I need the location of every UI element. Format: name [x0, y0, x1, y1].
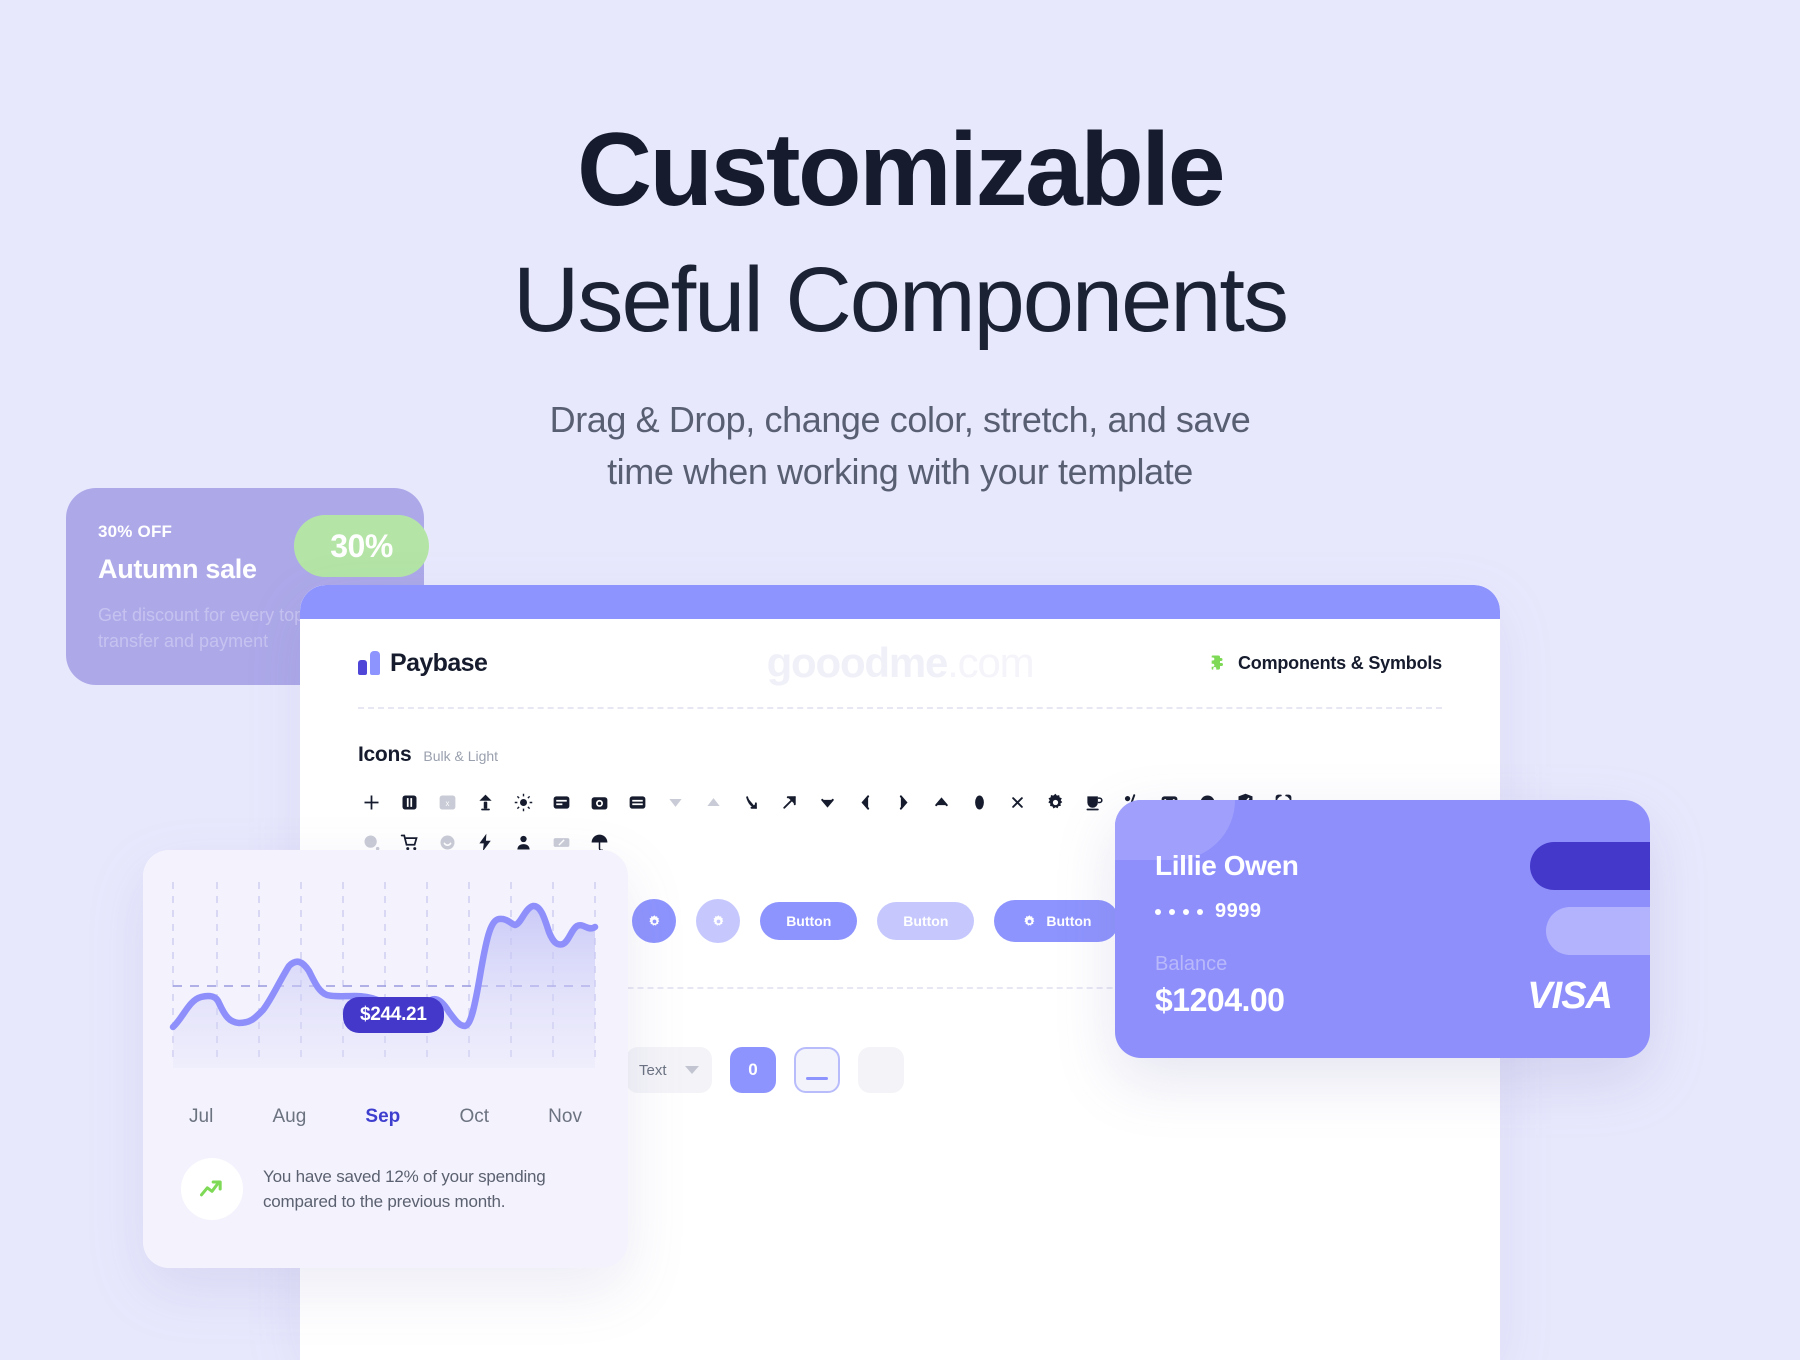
cup-icon[interactable]: [1080, 789, 1106, 815]
page-root: Customizable Useful Components Drag & Dr…: [0, 0, 1800, 1360]
credit-card[interactable]: Lillie Owen 9999 Balance $1204.00 VISA: [1115, 800, 1650, 1058]
card-balance-label: Balance: [1155, 953, 1228, 975]
watermark-tld: .com: [947, 639, 1034, 686]
camera-icon[interactable]: [586, 789, 612, 815]
trend-up-icon: [181, 1158, 243, 1220]
watermark-main: gooodme: [766, 639, 949, 686]
drop-icon[interactable]: [966, 789, 992, 815]
chart-x-axis: Jul Aug Sep Oct Nov: [143, 1106, 628, 1128]
text-select[interactable]: Text: [626, 1047, 712, 1093]
hero-section: Customizable Useful Components Drag & Dr…: [0, 0, 1800, 498]
icon-button-primary[interactable]: [632, 899, 677, 943]
puzzle-icon: [1210, 653, 1230, 673]
brand-name: Paybase: [390, 648, 488, 677]
svg-text:x: x: [445, 799, 449, 808]
chevron-down-icon: [685, 1066, 699, 1074]
chevron-right-icon[interactable]: [890, 789, 916, 815]
arrow-curve-down-icon[interactable]: [738, 789, 764, 815]
area-chart: [169, 882, 599, 1068]
icons-section-note: Bulk & Light: [423, 748, 499, 764]
axis-tick-jul: Jul: [189, 1106, 214, 1127]
chart-footer-text: You have saved 12% of your spending comp…: [263, 1166, 546, 1212]
card-number: 9999: [1155, 900, 1650, 923]
blank-input[interactable]: [858, 1047, 904, 1093]
axis-tick-aug: Aug: [272, 1106, 307, 1127]
pause-icon[interactable]: [396, 789, 422, 815]
visa-logo: VISA: [1527, 975, 1613, 1017]
chart-plot: $244.21: [143, 850, 628, 1100]
button-pill-secondary[interactable]: Button: [877, 902, 975, 940]
card-holder-name: Lillie Owen: [1155, 850, 1299, 881]
components-symbols-label-group: Components & Symbols: [1210, 653, 1442, 674]
button-wide-label: Button: [1046, 913, 1092, 929]
hero-description-line1: Drag & Drop, change color, stretch, and …: [549, 399, 1251, 440]
plus-icon[interactable]: [358, 789, 384, 815]
sun-icon[interactable]: [510, 789, 536, 815]
card-mask-dots: [1155, 908, 1203, 915]
chevron-down-icon[interactable]: [814, 789, 840, 815]
arrow-up-right-icon[interactable]: [776, 789, 802, 815]
axis-tick-oct: Oct: [459, 1106, 489, 1127]
chart-tooltip: $244.21: [343, 997, 444, 1033]
lamp-icon[interactable]: [472, 789, 498, 815]
hero-description: Drag & Drop, change color, stretch, and …: [0, 394, 1800, 498]
brand-logo[interactable]: Paybase: [358, 648, 488, 678]
button-pill-primary[interactable]: Button: [760, 902, 858, 940]
triangle-down-icon[interactable]: [662, 789, 688, 815]
panel-header: Paybase gooodme.com Components & Symbols: [358, 619, 1442, 707]
underline-input[interactable]: [794, 1047, 840, 1093]
gear-icon: [649, 914, 659, 926]
image-icon[interactable]: x: [434, 789, 460, 815]
icons-section-title: Icons: [358, 743, 412, 766]
chart-footer: You have saved 12% of your spending comp…: [143, 1128, 628, 1220]
icons-section-header: Icons Bulk & Light: [358, 709, 1442, 767]
number-stepper[interactable]: 0: [730, 1047, 776, 1093]
triangle-up-icon[interactable]: [700, 789, 726, 815]
close-icon[interactable]: [1004, 789, 1030, 815]
page-subtitle-large: Useful Components: [513, 249, 1289, 351]
slider-icon[interactable]: [548, 789, 574, 815]
spending-chart-card: $244.21 Jul Aug Sep Oct Nov You have sav…: [143, 850, 628, 1268]
page-title: Customizable: [576, 112, 1226, 228]
gear-icon: [1024, 914, 1035, 926]
paybase-logo-icon: [358, 651, 380, 675]
axis-tick-nov: Nov: [548, 1106, 582, 1127]
gear-icon[interactable]: [1042, 789, 1068, 815]
chevron-left-icon[interactable]: [852, 789, 878, 815]
chart-area-fill: [173, 905, 595, 1068]
axis-tick-sep: Sep: [365, 1106, 401, 1127]
text-select-value: Text: [639, 1061, 667, 1079]
promo-discount-badge: 30%: [294, 515, 429, 577]
watermark: gooodme.com: [766, 639, 1035, 687]
panel-title-bar: [300, 585, 1500, 619]
button-wide-with-icon[interactable]: Button: [994, 900, 1120, 942]
icon-button-secondary[interactable]: [696, 899, 741, 943]
card-last4: 9999: [1215, 900, 1262, 922]
list-icon[interactable]: [624, 789, 650, 815]
chevron-up-icon[interactable]: [928, 789, 954, 815]
gear-icon: [713, 914, 723, 926]
components-symbols-label: Components & Symbols: [1237, 652, 1442, 673]
